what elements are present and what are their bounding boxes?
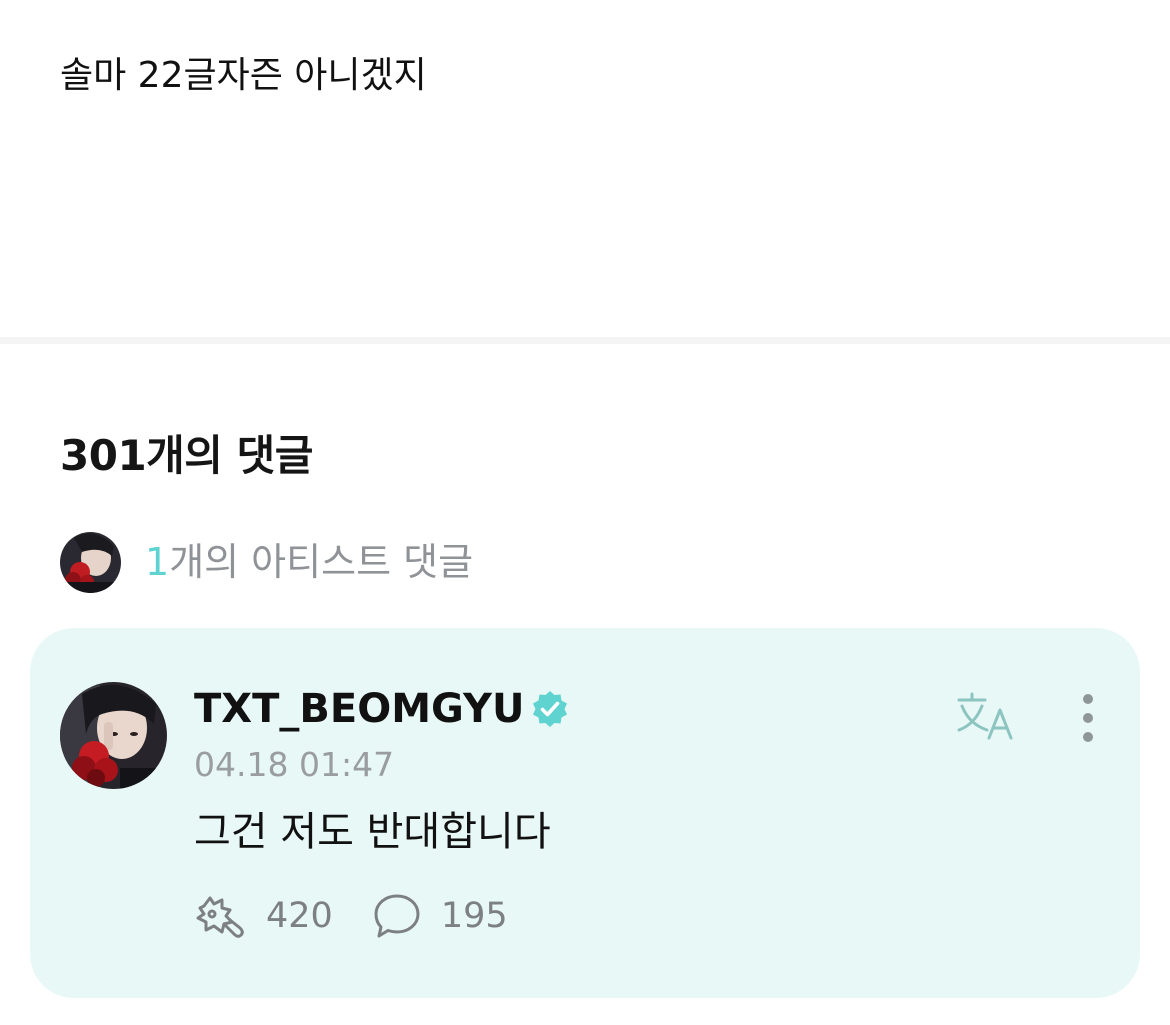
comment-author-name[interactable]: TXT_BEOMGYU <box>194 684 524 734</box>
artist-comment-count: 1 <box>145 540 170 584</box>
artist-comment-card: TXT_BEOMGYU 04.18 01:47 그건 저도 반대합니다 420 … <box>30 628 1140 998</box>
translate-icon[interactable] <box>955 690 1019 742</box>
verified-badge-icon <box>530 689 570 729</box>
reply-icon <box>374 894 420 938</box>
comment-author-row: TXT_BEOMGYU <box>194 684 570 734</box>
comments-count-title: 301개의 댓글 <box>60 431 313 480</box>
artist-mini-avatar <box>60 531 121 593</box>
more-options-icon[interactable] <box>1070 694 1106 744</box>
artist-comments-label: 1개의 아티스트 댓글 <box>145 537 473 587</box>
post-body-text: 솔마 22글자즌 아니겠지 <box>60 55 427 96</box>
comment-text: 그건 저도 반대합니다 <box>194 809 551 855</box>
artist-comment-label: 개의 아티스트 댓글 <box>169 540 474 584</box>
reply-button[interactable]: 195 <box>373 892 508 940</box>
comment-timestamp: 04.18 01:47 <box>194 745 395 784</box>
commenter-avatar[interactable] <box>60 682 167 789</box>
artist-comments-summary[interactable]: 1개의 아티스트 댓글 <box>60 531 473 593</box>
comment-actions: 420 195 <box>194 892 508 940</box>
reply-count: 195 <box>440 896 508 936</box>
like-count: 420 <box>266 896 333 936</box>
like-button[interactable]: 420 <box>194 892 333 940</box>
section-divider <box>0 337 1170 344</box>
like-icon <box>196 896 244 938</box>
